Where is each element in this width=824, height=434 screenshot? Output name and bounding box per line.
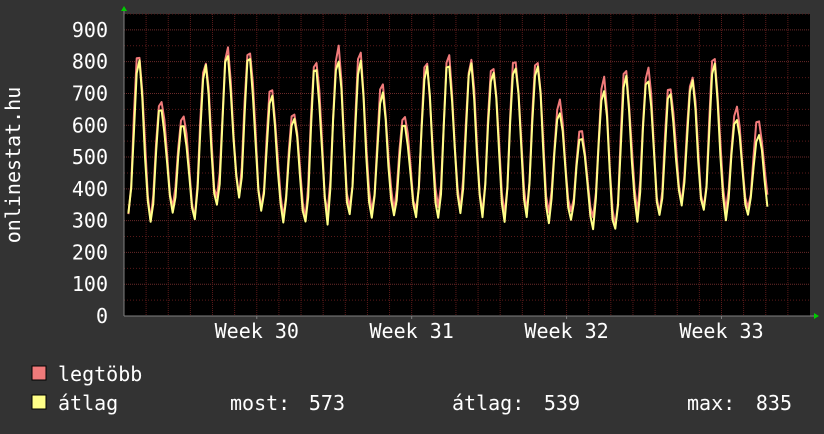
stat-current-label: most: <box>230 391 290 415</box>
legend-item-atlag: átlag <box>31 391 118 415</box>
traffic-chart: 0100200300400500600700800900 Week 30 Week… <box>1 6 819 415</box>
stat-max: max: 835 <box>687 391 792 415</box>
x-tick-label: Week 32 <box>524 319 608 343</box>
stat-max-label: max: <box>687 391 735 415</box>
y-tick-label: 800 <box>72 50 108 74</box>
stat-current-value: 573 <box>309 391 345 415</box>
y-tick-label: 0 <box>96 304 108 328</box>
stat-average-value: 539 <box>544 391 580 415</box>
x-tick-label: Week 30 <box>215 319 299 343</box>
legend-label-legtobb: legtöbb <box>58 362 142 386</box>
y-tick-label: 600 <box>72 113 108 137</box>
y-axis-label: onlinestat.hu <box>1 87 25 244</box>
x-tick-label: Week 31 <box>370 319 454 343</box>
y-tick-labels: 0 100 200 300 400 500 600 700 800 900 <box>72 18 108 328</box>
x-axis-arrow-icon <box>814 313 819 319</box>
stat-current: most: 573 <box>230 391 345 415</box>
y-tick-label: 900 <box>72 18 108 42</box>
legend-item-legtobb: legtöbb <box>31 362 142 386</box>
legend-swatch-legtobb <box>31 365 47 381</box>
y-tick-label: 300 <box>72 209 108 233</box>
stat-average: átlag: 539 <box>452 391 580 415</box>
y-axis-arrow-icon <box>121 6 127 11</box>
stat-average-label: átlag: <box>452 391 524 415</box>
legend-label-atlag: átlag <box>58 391 118 415</box>
x-tick-labels: Week 30 Week 31 Week 32 Week 33 <box>215 319 764 343</box>
stat-max-value: 835 <box>756 391 792 415</box>
y-tick-label: 200 <box>72 240 108 264</box>
y-tick-label: 100 <box>72 272 108 296</box>
legend-swatch-atlag <box>31 394 47 410</box>
rrd-graph: 0 100 200 300 400 500 600 700 800 900 Week 30 Week… <box>0 0 824 430</box>
legend: legtöbb átlag most: 573 átlag: 539 max: … <box>31 362 792 415</box>
y-tick-label: 700 <box>72 81 108 105</box>
y-tick-label: 500 <box>72 145 108 169</box>
y-tick-label: 400 <box>72 177 108 201</box>
x-tick-label: Week 33 <box>679 319 763 343</box>
